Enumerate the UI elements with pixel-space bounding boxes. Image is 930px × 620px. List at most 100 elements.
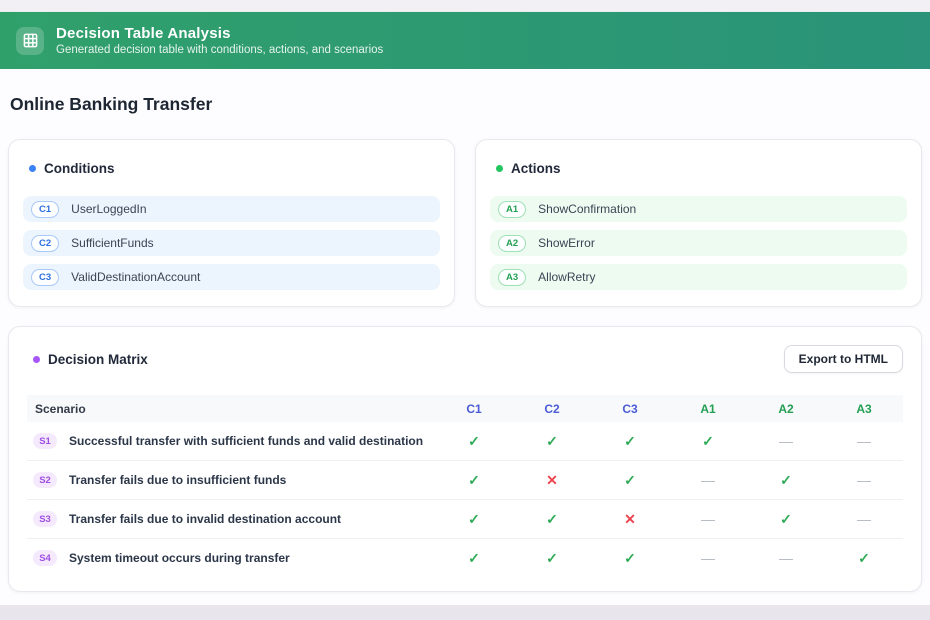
item-id-badge: A3 — [498, 269, 526, 286]
check-icon: ✓ — [468, 550, 480, 566]
green-dot-icon — [496, 165, 503, 172]
column-header-a1: A1 — [669, 395, 747, 422]
decision-matrix-card: Decision Matrix Export to HTML ScenarioC… — [8, 326, 922, 592]
value-cell-a2: — — [747, 422, 825, 461]
app-subtitle: Generated decision table with conditions… — [56, 44, 383, 56]
check-icon: ✓ — [858, 550, 870, 566]
decision-matrix-header: Decision Matrix Export to HTML — [27, 345, 903, 373]
conditions-card: Conditions C1UserLoggedIn C2 SufficientFun… — [8, 139, 455, 307]
actions-card-title: Actions — [511, 161, 561, 176]
column-header-a3: A3 — [825, 395, 903, 422]
column-header-scenario: Scenario — [27, 395, 435, 422]
decision-matrix-table: ScenarioC1C2C3A1A2A3 S1 Successful transf… — [27, 395, 903, 577]
item-label: AllowRetry — [538, 270, 595, 284]
item-label: ValidDestinationAccount — [71, 270, 200, 284]
value-cell-a2: ✓ — [747, 500, 825, 539]
item-label: SufficientFunds — [71, 236, 154, 250]
scenario-id-badge: S2 — [33, 472, 57, 488]
check-icon: ✓ — [546, 511, 558, 527]
conditions-card-title: Conditions — [44, 161, 115, 176]
item-id-badge: A1 — [498, 201, 526, 218]
cond-item-c3: C3 ValidDestinationAccount — [23, 264, 440, 290]
scenario-id-badge: S1 — [33, 433, 57, 449]
dash-icon: — — [701, 472, 715, 488]
check-icon: ✓ — [624, 472, 636, 488]
value-cell-a3: — — [825, 461, 903, 500]
check-icon: ✓ — [780, 511, 792, 527]
item-label: ShowConfirmation — [538, 202, 636, 216]
value-cell-c1: ✓ — [435, 539, 513, 578]
conditions-list: C1UserLoggedIn C2 SufficientFunds C3 ValidDe… — [23, 196, 440, 290]
actions-card-header: Actions — [496, 161, 907, 176]
check-icon: ✓ — [624, 433, 636, 449]
summary-cards-row: Conditions C1UserLoggedIn C2 SufficientFun… — [8, 139, 922, 307]
value-cell-c2: ✕ — [513, 461, 591, 500]
act-item-a1: A1 ShowConfirmation — [490, 196, 907, 222]
act-item-a3: A3 AllowRetry — [490, 264, 907, 290]
check-icon: ✓ — [468, 433, 480, 449]
scenario-cell: S1 Successful transfer with sufficient fu… — [27, 422, 435, 461]
table-header-row: ScenarioC1C2C3A1A2A3 — [27, 395, 903, 422]
actions-card: Actions A1ShowConfirmationA2ShowErrorA3A… — [475, 139, 922, 307]
column-header-c2: C2 — [513, 395, 591, 422]
value-cell-c3: ✓ — [591, 539, 669, 578]
item-id-badge: C1 — [31, 201, 59, 218]
dash-icon: — — [701, 511, 715, 527]
scenario-id-badge: S3 — [33, 511, 57, 527]
scenario-label: Successful transfer with sufficient fund… — [69, 434, 423, 448]
dash-icon: — — [857, 511, 871, 527]
value-cell-a1: — — [669, 539, 747, 578]
table-grid-icon — [16, 27, 44, 55]
scenario-cell-content: S4 System timeout occurs during transfer — [27, 539, 435, 577]
cross-icon: ✕ — [624, 511, 636, 527]
value-cell-c3: ✓ — [591, 461, 669, 500]
purple-dot-icon — [33, 356, 40, 363]
scenario-label: System timeout occurs during transfer — [69, 551, 290, 565]
table-row-s3: S3 Transfer fails due to invalid destinat… — [27, 500, 903, 539]
value-cell-c2: ✓ — [513, 500, 591, 539]
app-title: Decision Table Analysis — [56, 25, 383, 42]
table-row-s4: S4 System timeout occurs during transfer ✓… — [27, 539, 903, 578]
check-icon: ✓ — [780, 472, 792, 488]
value-cell-a1: — — [669, 461, 747, 500]
scenario-cell-content: S1 Successful transfer with sufficient fu… — [27, 422, 435, 460]
value-cell-a2: — — [747, 539, 825, 578]
item-id-badge: A2 — [498, 235, 526, 252]
value-cell-c3: ✓ — [591, 422, 669, 461]
decision-matrix-title-row: Decision Matrix — [33, 352, 148, 367]
dash-icon: — — [857, 433, 871, 449]
scenario-id-badge: S4 — [33, 550, 57, 566]
value-cell-a1: ✓ — [669, 422, 747, 461]
decision-matrix-table-body: S1 Successful transfer with sufficient fu… — [27, 422, 903, 577]
scenario-label: Transfer fails due to invalid destinatio… — [69, 512, 341, 526]
dash-icon: — — [701, 550, 715, 566]
check-icon: ✓ — [546, 433, 558, 449]
scenario-cell: S3 Transfer fails due to invalid destinat… — [27, 500, 435, 539]
table-row-s1: S1 Successful transfer with sufficient fu… — [27, 422, 903, 461]
check-icon: ✓ — [702, 433, 714, 449]
cond-item-c1: C1UserLoggedIn — [23, 196, 440, 222]
scenario-cell-content: S3 Transfer fails due to invalid destinat… — [27, 500, 435, 538]
export-to-html-button[interactable]: Export to HTML — [784, 345, 903, 373]
dash-icon: — — [779, 433, 793, 449]
item-id-badge: C2 — [31, 235, 59, 252]
decision-matrix-title: Decision Matrix — [48, 352, 148, 367]
table-row-s2: S2Transfer fails due to insufficient fun… — [27, 461, 903, 500]
check-icon: ✓ — [468, 511, 480, 527]
value-cell-c1: ✓ — [435, 422, 513, 461]
value-cell-c2: ✓ — [513, 539, 591, 578]
bottom-window-strip — [0, 605, 930, 620]
actions-list: A1ShowConfirmationA2ShowErrorA3AllowRetr… — [490, 196, 907, 290]
app-header: Decision Table Analysis Generated decisi… — [0, 12, 930, 69]
decision-matrix-table-head: ScenarioC1C2C3A1A2A3 — [27, 395, 903, 422]
cross-icon: ✕ — [546, 472, 558, 488]
value-cell-a2: ✓ — [747, 461, 825, 500]
column-header-c3: C3 — [591, 395, 669, 422]
cond-item-c2: C2 SufficientFunds — [23, 230, 440, 256]
value-cell-a3: — — [825, 500, 903, 539]
value-cell-c2: ✓ — [513, 422, 591, 461]
value-cell-c3: ✕ — [591, 500, 669, 539]
item-id-badge: C3 — [31, 269, 59, 286]
check-icon: ✓ — [624, 550, 636, 566]
scenario-cell-content: S2Transfer fails due to insufficient fun… — [27, 461, 435, 499]
